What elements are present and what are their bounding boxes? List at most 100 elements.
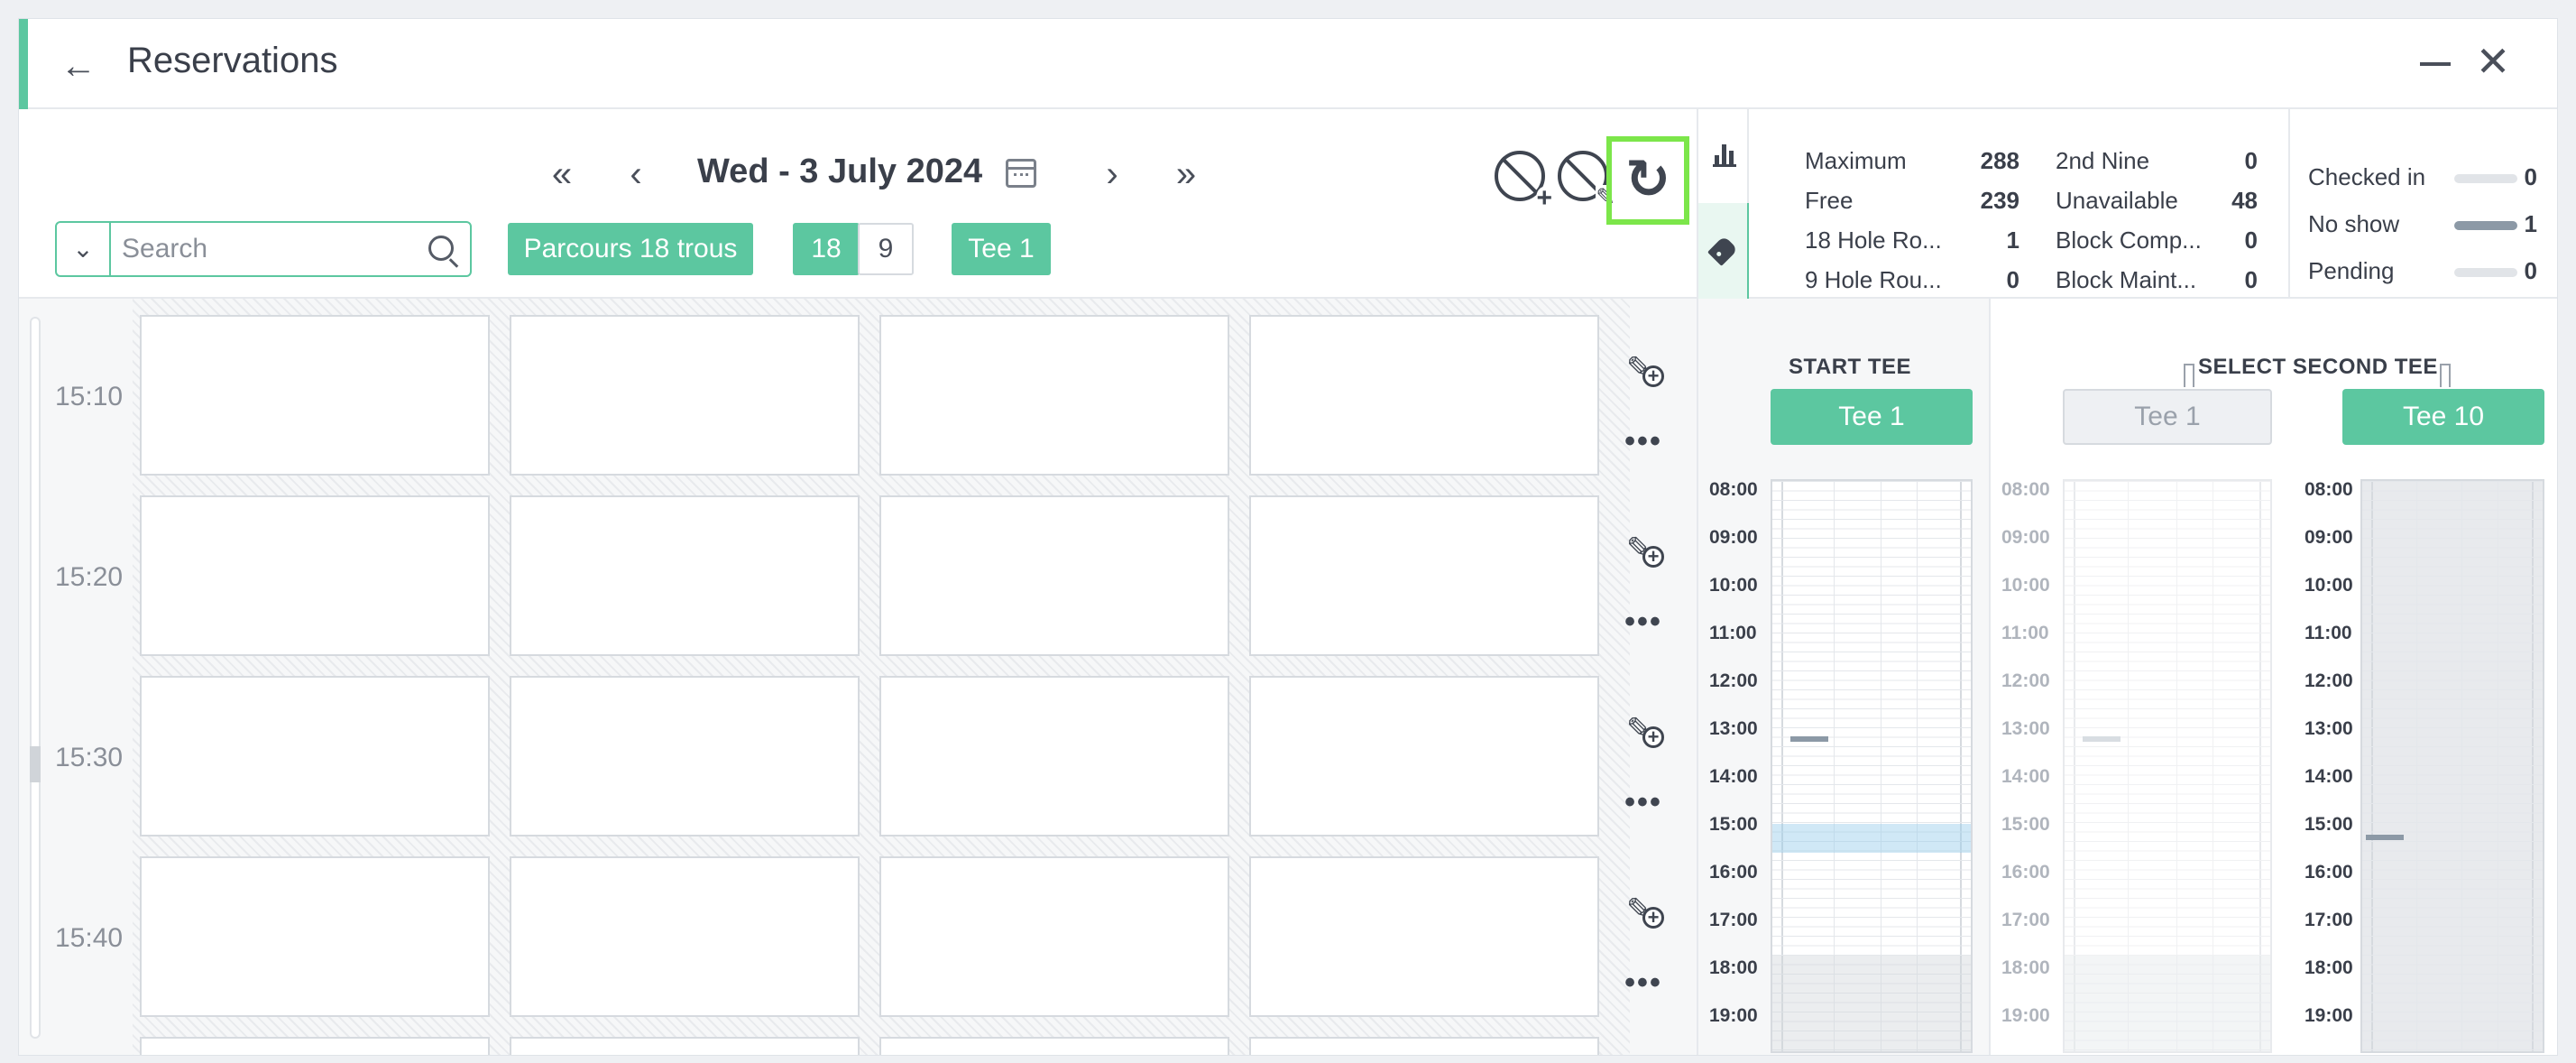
pen-plus-icon[interactable]: ✎ +: [1623, 526, 1668, 571]
block-edit-icon[interactable]: [1558, 151, 1615, 208]
status-no-show-bar: [2454, 221, 2517, 230]
timeline-scrollbar[interactable]: [30, 317, 41, 1039]
stat-9-hole-value: 0: [2006, 266, 2019, 293]
status-checked-in-bar: [2454, 174, 2517, 183]
player-slot[interactable]: [510, 856, 860, 1017]
player-slot[interactable]: [140, 1037, 490, 1055]
hour-label: 19:00: [1709, 1005, 1758, 1026]
stats-tab[interactable]: [1698, 109, 1749, 203]
more-icon[interactable]: •••: [1623, 606, 1664, 637]
stat-second-nine-label: 2nd Nine: [2056, 147, 2150, 174]
player-slot[interactable]: [879, 1037, 1229, 1055]
status-checked-in-label: Checked in: [2308, 163, 2426, 190]
player-slot[interactable]: [1249, 315, 1599, 476]
hour-label: 13:00: [1709, 718, 1758, 739]
player-slot[interactable]: [140, 495, 490, 656]
hour-label: 17:00: [2001, 910, 2050, 930]
hour-label: 18:00: [2305, 957, 2353, 978]
second-tee-10-button[interactable]: Tee 10: [2342, 389, 2544, 445]
unavailable-zone: [1772, 956, 1971, 1051]
player-slot[interactable]: [879, 495, 1229, 656]
hour-label: 17:00: [2305, 910, 2353, 930]
player-slot[interactable]: [1249, 495, 1599, 656]
search-icon[interactable]: [428, 236, 454, 261]
stat-unavailable-value: 48: [2231, 187, 2258, 214]
stats-panel: Maximum 288 Free 239 18 Hole Ro... 1 9 H…: [1697, 109, 2557, 299]
bar-chart-icon: [1713, 143, 1736, 167]
player-slot[interactable]: [140, 315, 490, 476]
hour-label: 13:00: [2305, 718, 2353, 739]
stat-unavailable-label: Unavailable: [2056, 187, 2178, 214]
status-pending-value: 0: [2524, 257, 2537, 284]
pen-plus-icon[interactable]: ✎ +: [1623, 346, 1668, 391]
hour-label: 11:00: [1709, 623, 1757, 643]
calendar-icon[interactable]: [1006, 159, 1036, 188]
timeline-thumb[interactable]: [30, 746, 41, 782]
search-box: ⌄: [55, 221, 472, 277]
player-slot[interactable]: [1249, 856, 1599, 1017]
stat-second-nine-value: 0: [2244, 147, 2258, 174]
player-slot[interactable]: [510, 1037, 860, 1055]
refresh-button[interactable]: ↻: [1606, 136, 1689, 225]
more-icon[interactable]: •••: [1623, 426, 1664, 457]
stat-block-comp-value: 0: [2244, 226, 2258, 254]
hour-label: 15:00: [2001, 814, 2050, 835]
start-tee-heading: START TEE: [1789, 355, 1912, 379]
minimize-icon[interactable]: [2415, 42, 2456, 84]
time-label: 15:30: [55, 743, 124, 772]
hour-label: 11:00: [2305, 623, 2352, 643]
player-slot[interactable]: [140, 676, 490, 837]
stat-maximum-label: Maximum: [1805, 147, 1907, 174]
holes-18-toggle[interactable]: 18: [793, 223, 860, 275]
booking-marker[interactable]: [2083, 736, 2121, 742]
second-tee-10-track[interactable]: [2360, 479, 2544, 1053]
hour-label: 18:00: [1709, 957, 1758, 978]
status-no-show-value: 1: [2524, 210, 2537, 237]
tee-chip[interactable]: Tee 1: [952, 223, 1051, 275]
start-tee-button[interactable]: Tee 1: [1771, 389, 1973, 445]
second-tee-1-button[interactable]: Tee 1: [2063, 389, 2272, 445]
stat-free-label: Free: [1805, 187, 1854, 214]
player-slot[interactable]: [510, 315, 860, 476]
chevron-right-icon[interactable]: ›: [1092, 154, 1132, 194]
player-slot[interactable]: [510, 495, 860, 656]
stat-block-maint-label: Block Maint...: [2056, 266, 2197, 293]
hour-label: 10:00: [2001, 575, 2050, 596]
holes-9-toggle[interactable]: 9: [858, 223, 914, 275]
pen-plus-icon[interactable]: ✎ +: [1623, 887, 1668, 932]
hour-label: 12:00: [2001, 670, 2050, 691]
hour-label: 15:00: [1709, 814, 1758, 835]
player-slot[interactable]: [879, 856, 1229, 1017]
player-slot[interactable]: [140, 856, 490, 1017]
pen-plus-icon[interactable]: ✎ +: [1623, 707, 1668, 752]
block-add-icon[interactable]: [1495, 151, 1552, 210]
player-slot[interactable]: [879, 315, 1229, 476]
more-icon[interactable]: •••: [1623, 967, 1664, 998]
hour-label: 19:00: [2305, 1005, 2353, 1026]
chevron-down-icon[interactable]: ⌄: [57, 223, 111, 275]
player-slot[interactable]: [1249, 1037, 1599, 1055]
stats-divider: [2288, 109, 2290, 299]
chevron-left-icon[interactable]: ‹: [616, 154, 656, 194]
more-icon[interactable]: •••: [1623, 787, 1664, 818]
tee-overview-panel: START TEE Tee 1 08:00 09:00 10:00 11:00 …: [1697, 299, 2557, 1055]
double-chevron-right-icon[interactable]: »: [1166, 154, 1206, 194]
booking-marker[interactable]: [2366, 835, 2404, 840]
second-tee-1-track[interactable]: [2063, 479, 2272, 1053]
second-tee-heading: SELECT SECOND TEE: [2198, 355, 2438, 379]
booking-marker[interactable]: [1790, 736, 1828, 742]
player-slot[interactable]: [879, 676, 1229, 837]
tags-tab[interactable]: [1698, 203, 1749, 299]
current-date[interactable]: Wed - 3 July 2024: [697, 153, 982, 191]
stat-18-hole-value: 1: [2006, 226, 2019, 254]
course-chip[interactable]: Parcours 18 trous: [508, 223, 753, 275]
bracket-left: [2184, 364, 2194, 387]
search-input[interactable]: [122, 232, 410, 266]
double-chevron-left-icon[interactable]: «: [542, 154, 582, 194]
back-arrow-icon[interactable]: ←: [59, 46, 98, 86]
refresh-icon: ↻: [1624, 149, 1671, 209]
start-tee-track[interactable]: [1771, 479, 1973, 1053]
player-slot[interactable]: [510, 676, 860, 837]
close-icon[interactable]: ✕: [2472, 39, 2514, 84]
player-slot[interactable]: [1249, 676, 1599, 837]
